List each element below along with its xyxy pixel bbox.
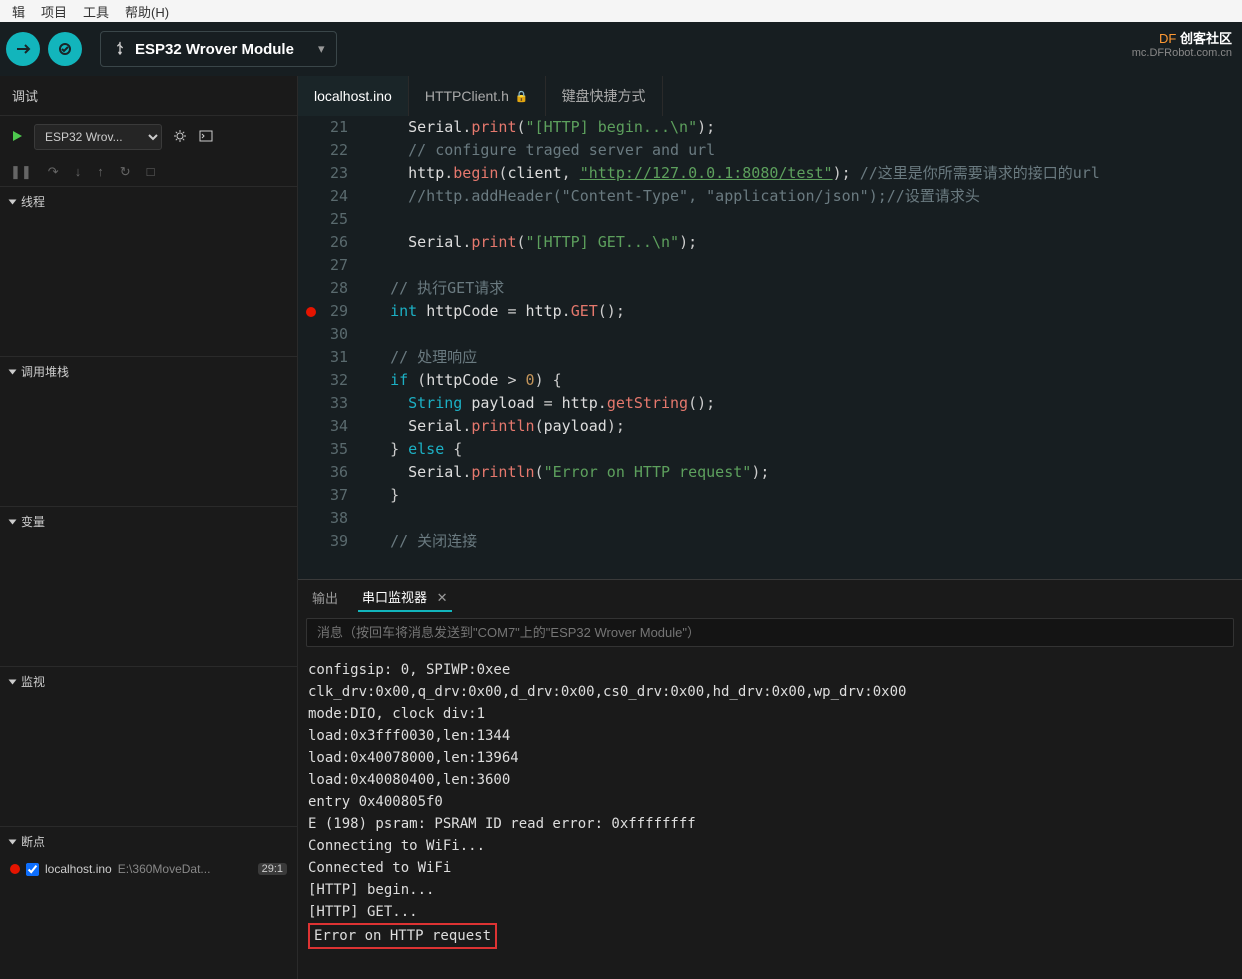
code-content[interactable]: Serial.print("[HTTP] begin...\n"); // co… (368, 116, 1242, 579)
editor-tabs: localhost.inoHTTPClient.h🔒键盘快捷方式 (298, 76, 1242, 116)
section-threads[interactable]: 线程 (0, 186, 297, 216)
editor-area: localhost.inoHTTPClient.h🔒键盘快捷方式 2122232… (298, 76, 1242, 979)
bottom-panel: 输出 串口监视器 ✕ configsip: 0, SPIWP:0xeeclk_d… (298, 579, 1242, 979)
section-variables[interactable]: 变量 (0, 506, 297, 536)
editor-tab[interactable]: 键盘快捷方式 (546, 76, 663, 116)
breakpoint-dot-icon (10, 864, 20, 874)
menubar: 辑项目工具帮助(H) (0, 0, 1242, 22)
section-breakpoints[interactable]: 断点 (0, 826, 297, 856)
tab-serial-monitor[interactable]: 串口监视器 ✕ (358, 583, 452, 612)
stop-icon[interactable]: □ (147, 164, 155, 180)
menu-item[interactable]: 帮助(H) (117, 2, 177, 21)
gear-icon[interactable] (172, 128, 188, 147)
editor-tab[interactable]: localhost.ino (298, 76, 409, 116)
close-icon[interactable]: ✕ (437, 590, 448, 605)
highlighted-error: Error on HTTP request (308, 923, 497, 949)
breakpoint-checkbox[interactable] (26, 863, 39, 876)
debug-sidebar: 调试 ESP32 Wrov... ❚❚ ↷ ↓ ↑ ↻ □ 线程 调用堆栈 (0, 76, 298, 979)
menu-item[interactable]: 项目 (33, 2, 75, 21)
serial-message-input[interactable] (306, 618, 1234, 647)
console-icon[interactable] (198, 128, 214, 147)
verify-button[interactable] (6, 32, 40, 66)
step-into-icon[interactable]: ↓ (75, 164, 82, 180)
start-debug-button[interactable] (10, 129, 24, 146)
breakpoint-line: 29:1 (258, 863, 287, 875)
usb-icon (113, 41, 127, 58)
debug-button[interactable] (48, 32, 82, 66)
menu-item[interactable]: 辑 (4, 2, 33, 21)
breakpoint-file: localhost.ino (45, 862, 112, 876)
breakpoint-path: E:\360MoveDat... (118, 862, 252, 876)
step-out-icon[interactable]: ↑ (97, 164, 104, 180)
code-editor[interactable]: 21222324252627282930313233343536373839 S… (298, 116, 1242, 579)
line-gutter: 21222324252627282930313233343536373839 (298, 116, 368, 579)
pause-icon[interactable]: ❚❚ (10, 164, 32, 180)
debug-step-toolbar: ❚❚ ↷ ↓ ↑ ↻ □ (0, 158, 297, 186)
watermark: DF 创客社区 mc.DFRobot.com.cn (1132, 28, 1232, 59)
debug-config-select[interactable]: ESP32 Wrov... (34, 124, 162, 150)
section-watch[interactable]: 监视 (0, 666, 297, 696)
board-selector[interactable]: ESP32 Wrover Module ▾ (100, 31, 337, 67)
restart-icon[interactable]: ↻ (120, 164, 131, 180)
step-over-icon[interactable]: ↷ (48, 164, 59, 180)
lock-icon: 🔒 (515, 90, 529, 103)
breakpoint-item[interactable]: localhost.ino E:\360MoveDat... 29:1 (0, 856, 297, 882)
toolbar: ESP32 Wrover Module ▾ DF 创客社区 mc.DFRobot… (0, 22, 1242, 76)
sidebar-title: 调试 (0, 76, 297, 116)
section-callstack[interactable]: 调用堆栈 (0, 356, 297, 386)
chevron-down-icon: ▾ (318, 41, 325, 57)
editor-tab[interactable]: HTTPClient.h🔒 (409, 76, 546, 116)
menu-item[interactable]: 工具 (75, 2, 117, 21)
board-name: ESP32 Wrover Module (135, 41, 294, 58)
tab-output[interactable]: 输出 (308, 584, 342, 611)
serial-console: configsip: 0, SPIWP:0xeeclk_drv:0x00,q_d… (298, 651, 1242, 979)
